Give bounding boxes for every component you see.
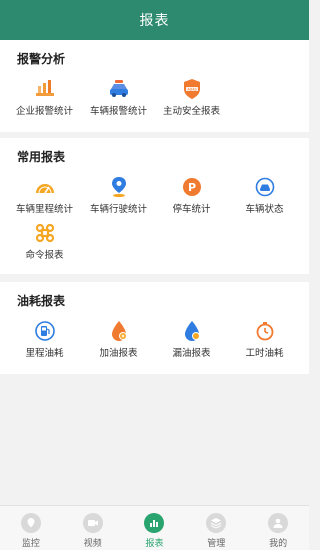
report-item-leak[interactable]: 漏油报表 bbox=[153, 320, 230, 370]
report-item-active-safety[interactable]: ADAS 主动安全报表 bbox=[153, 78, 230, 128]
item-label: 车辆行驶统计 bbox=[89, 204, 147, 215]
item-label: 加油报表 bbox=[99, 348, 138, 359]
nav-label: 管理 bbox=[207, 539, 226, 549]
nav-mine[interactable]: 我的 bbox=[247, 506, 309, 550]
nav-video[interactable]: 视频 bbox=[62, 506, 124, 550]
item-label: 停车统计 bbox=[172, 204, 211, 215]
command-icon bbox=[34, 222, 56, 244]
parking-icon: P bbox=[181, 176, 203, 198]
svg-text:P: P bbox=[187, 181, 195, 194]
car-status-icon bbox=[254, 176, 276, 198]
nav-monitor[interactable]: 监控 bbox=[0, 506, 62, 550]
report-item-command[interactable]: 命令报表 bbox=[6, 222, 83, 272]
section-common-reports: 常用报表 车辆里程统计 车辆行驶统计 P 停车统计 车辆状态 命令报表 bbox=[0, 138, 309, 274]
leak-drop-icon bbox=[181, 320, 203, 342]
item-label: 主动安全报表 bbox=[162, 106, 220, 117]
section-title: 常用报表 bbox=[17, 150, 66, 164]
nav-label: 监控 bbox=[21, 539, 40, 549]
adas-shield-icon: ADAS bbox=[181, 78, 203, 100]
report-item-mileage[interactable]: 车辆里程统计 bbox=[6, 176, 83, 226]
item-label: 里程油耗 bbox=[25, 348, 64, 359]
svg-text:ADAS: ADAS bbox=[187, 87, 196, 91]
report-item-driving[interactable]: 车辆行驶统计 bbox=[80, 176, 157, 226]
section-title: 油耗报表 bbox=[17, 294, 66, 308]
report-item-vehicle-alarm[interactable]: 车辆报警统计 bbox=[80, 78, 157, 128]
speedometer-icon bbox=[34, 176, 56, 198]
location-pin-icon bbox=[108, 176, 130, 198]
bar-chart-icon bbox=[34, 78, 56, 100]
section-fuel-reports: 油耗报表 里程油耗 加油报表 漏油报表 工时油耗 bbox=[0, 282, 309, 374]
item-label: 企业报警统计 bbox=[15, 106, 73, 117]
item-label: 车辆里程统计 bbox=[15, 204, 73, 215]
monitor-icon bbox=[20, 513, 41, 533]
item-label: 车辆报警统计 bbox=[89, 106, 147, 117]
timer-icon bbox=[254, 320, 276, 342]
fuel-drop-icon bbox=[108, 320, 130, 342]
nav-label: 视频 bbox=[83, 539, 102, 549]
report-item-parking[interactable]: P 停车统计 bbox=[153, 176, 230, 226]
item-label: 工时油耗 bbox=[245, 348, 284, 359]
item-label: 车辆状态 bbox=[245, 204, 284, 215]
layers-icon bbox=[206, 513, 227, 533]
report-item-workhour-fuel[interactable]: 工时油耗 bbox=[226, 320, 303, 370]
report-chart-icon bbox=[144, 513, 165, 533]
nav-label: 我的 bbox=[269, 539, 288, 549]
nav-manage[interactable]: 管理 bbox=[185, 506, 247, 550]
report-item-refuel[interactable]: 加油报表 bbox=[80, 320, 157, 370]
report-item-vehicle-status[interactable]: 车辆状态 bbox=[226, 176, 303, 226]
nav-label: 报表 bbox=[145, 539, 164, 549]
report-item-enterprise-alarm[interactable]: 企业报警统计 bbox=[6, 78, 83, 128]
section-title: 报警分析 bbox=[17, 52, 66, 66]
car-alert-icon bbox=[108, 78, 130, 100]
section-alarm-analysis: 报警分析 企业报警统计 车辆报警统计 ADAS 主动安全报表 bbox=[0, 40, 309, 132]
bottom-nav: 监控 视频 报表 管理 我的 bbox=[0, 505, 309, 550]
video-camera-icon bbox=[82, 513, 103, 533]
page-title: 报表 bbox=[139, 13, 170, 29]
item-label: 命令报表 bbox=[25, 250, 64, 261]
fuel-pump-icon bbox=[34, 320, 56, 342]
report-item-mileage-fuel[interactable]: 里程油耗 bbox=[6, 320, 83, 370]
nav-reports[interactable]: 报表 bbox=[124, 506, 186, 550]
user-icon bbox=[268, 513, 289, 533]
header-bar: 报表 bbox=[0, 0, 309, 40]
item-label: 漏油报表 bbox=[172, 348, 211, 359]
